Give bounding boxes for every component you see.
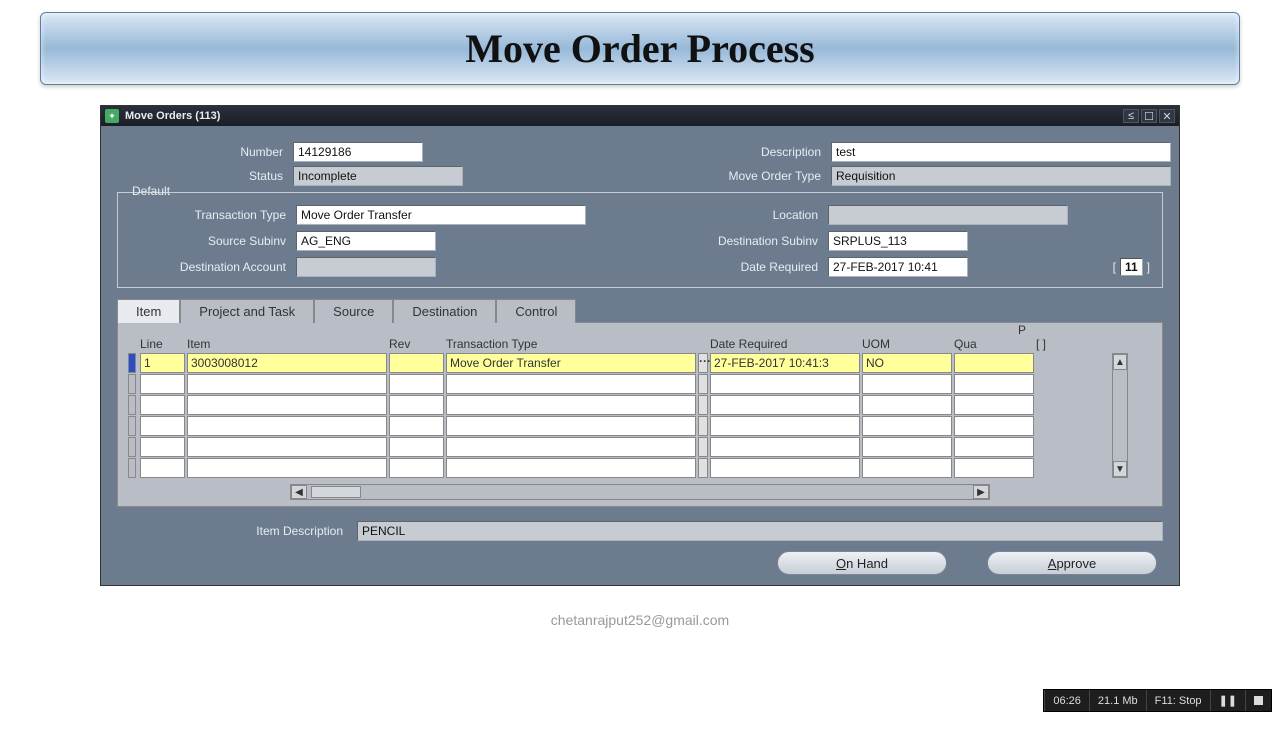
cell-quantity[interactable] [954, 353, 1034, 373]
default-group: Default Transaction Type Move Order Tran… [117, 192, 1163, 288]
cell-transaction-type[interactable]: Move Order Transfer [446, 353, 696, 373]
number-field[interactable]: 14129186 [293, 142, 423, 162]
window-title: Move Orders (113) [125, 110, 1123, 122]
table-row[interactable] [128, 416, 1108, 436]
cell-line[interactable]: 1 [140, 353, 185, 373]
row-indicator[interactable] [128, 353, 136, 373]
transaction-type-label: Transaction Type [130, 208, 290, 222]
location-field[interactable] [828, 205, 1068, 225]
table-row[interactable] [128, 395, 1108, 415]
col-p: P [1018, 323, 1026, 337]
scroll-left-button[interactable]: ◀ [291, 485, 307, 499]
col-date-required: Date Required [710, 337, 860, 351]
transaction-type-field[interactable]: Move Order Transfer [296, 205, 586, 225]
col-line: Line [140, 337, 185, 351]
cell-rev[interactable] [389, 353, 444, 373]
cell-date-required[interactable]: 27-FEB-2017 10:41:3 [710, 353, 860, 373]
tab-destination[interactable]: Destination [393, 299, 496, 323]
lines-grid: 1 3003008012 Move Order Transfer ··· 27-… [128, 353, 1108, 478]
scroll-down-button[interactable]: ▼ [1113, 461, 1127, 477]
item-description-field: PENCIL [357, 521, 1163, 541]
window-titlebar: ✦ Move Orders (113) ≤ ☐ ✕ [101, 106, 1179, 126]
description-field[interactable]: test [831, 142, 1171, 162]
move-order-type-field: Requisition [831, 166, 1171, 186]
tab-control[interactable]: Control [496, 299, 576, 323]
approve-button[interactable]: Approve [987, 551, 1157, 575]
move-order-type-label: Move Order Type [715, 169, 825, 183]
recorder-size: 21.1 Mb [1089, 690, 1146, 711]
location-label: Location [592, 208, 822, 222]
date-required-field[interactable]: 27-FEB-2017 10:41 [828, 257, 968, 277]
screen-recorder-bar: 06:26 21.1 Mb F11: Stop ❚❚ [1043, 689, 1272, 712]
source-subinv-label: Source Subinv [130, 234, 290, 248]
app-icon: ✦ [105, 109, 119, 123]
description-label: Description [715, 145, 825, 159]
transaction-type-lov-button[interactable]: ··· [698, 353, 708, 373]
col-qua: Qua [954, 337, 977, 351]
table-row[interactable]: 1 3003008012 Move Order Transfer ··· 27-… [128, 353, 1108, 373]
tab-item[interactable]: Item [117, 299, 180, 323]
status-label: Status [117, 169, 287, 183]
col-uom: UOM [862, 337, 952, 351]
restore-button[interactable]: ☐ [1141, 109, 1157, 123]
table-row[interactable] [128, 374, 1108, 394]
col-item: Item [187, 337, 387, 351]
tabstrip: Item Project and Task Source Destination… [117, 298, 1163, 322]
number-label: Number [117, 145, 287, 159]
recorder-stop-button[interactable] [1245, 690, 1271, 711]
destination-subinv-label: Destination Subinv [592, 234, 822, 248]
footer-credit: chetanrajput252@gmail.com [0, 612, 1280, 628]
destination-account-field[interactable] [296, 257, 436, 277]
slide-title: Move Order Process [40, 12, 1240, 85]
source-subinv-field[interactable]: AG_ENG [296, 231, 436, 251]
status-field: Incomplete [293, 166, 463, 186]
recorder-time: 06:26 [1044, 690, 1089, 711]
page-indicator: [ 11 ] [1074, 258, 1150, 276]
destination-account-label: Destination Account [130, 260, 290, 274]
item-description-label: Item Description [117, 524, 347, 538]
col-rev: Rev [389, 337, 444, 351]
close-button[interactable]: ✕ [1159, 109, 1175, 123]
vertical-scrollbar[interactable]: ▲ ▼ [1112, 353, 1128, 478]
scroll-right-button[interactable]: ▶ [973, 485, 989, 499]
table-row[interactable] [128, 458, 1108, 478]
default-legend: Default [128, 184, 174, 198]
cell-uom[interactable]: NO [862, 353, 952, 373]
recorder-hotkey: F11: Stop [1146, 690, 1210, 711]
app-window: ✦ Move Orders (113) ≤ ☐ ✕ Number 1412918… [100, 105, 1180, 586]
scroll-up-button[interactable]: ▲ [1113, 354, 1127, 370]
form-body: Number 14129186 Description test Status … [101, 126, 1179, 585]
date-required-label: Date Required [592, 260, 822, 274]
destination-subinv-field[interactable]: SRPLUS_113 [828, 231, 968, 251]
horizontal-scrollbar[interactable]: ◀ ▶ [290, 484, 990, 500]
col-transaction-type: Transaction Type [446, 337, 696, 351]
scroll-thumb[interactable] [311, 486, 361, 497]
on-hand-button[interactable]: On Hand [777, 551, 947, 575]
cell-item[interactable]: 3003008012 [187, 353, 387, 373]
minimize-button[interactable]: ≤ [1123, 109, 1139, 123]
tab-project-and-task[interactable]: Project and Task [180, 299, 314, 323]
table-row[interactable] [128, 437, 1108, 457]
col-flag: [ ] [1036, 337, 1056, 351]
tab-panel-item: Line Item Rev Transaction Type Date Requ… [117, 322, 1163, 507]
column-headers: Line Item Rev Transaction Type Date Requ… [128, 337, 1152, 351]
recorder-pause-button[interactable]: ❚❚ [1210, 690, 1245, 711]
tab-source[interactable]: Source [314, 299, 393, 323]
